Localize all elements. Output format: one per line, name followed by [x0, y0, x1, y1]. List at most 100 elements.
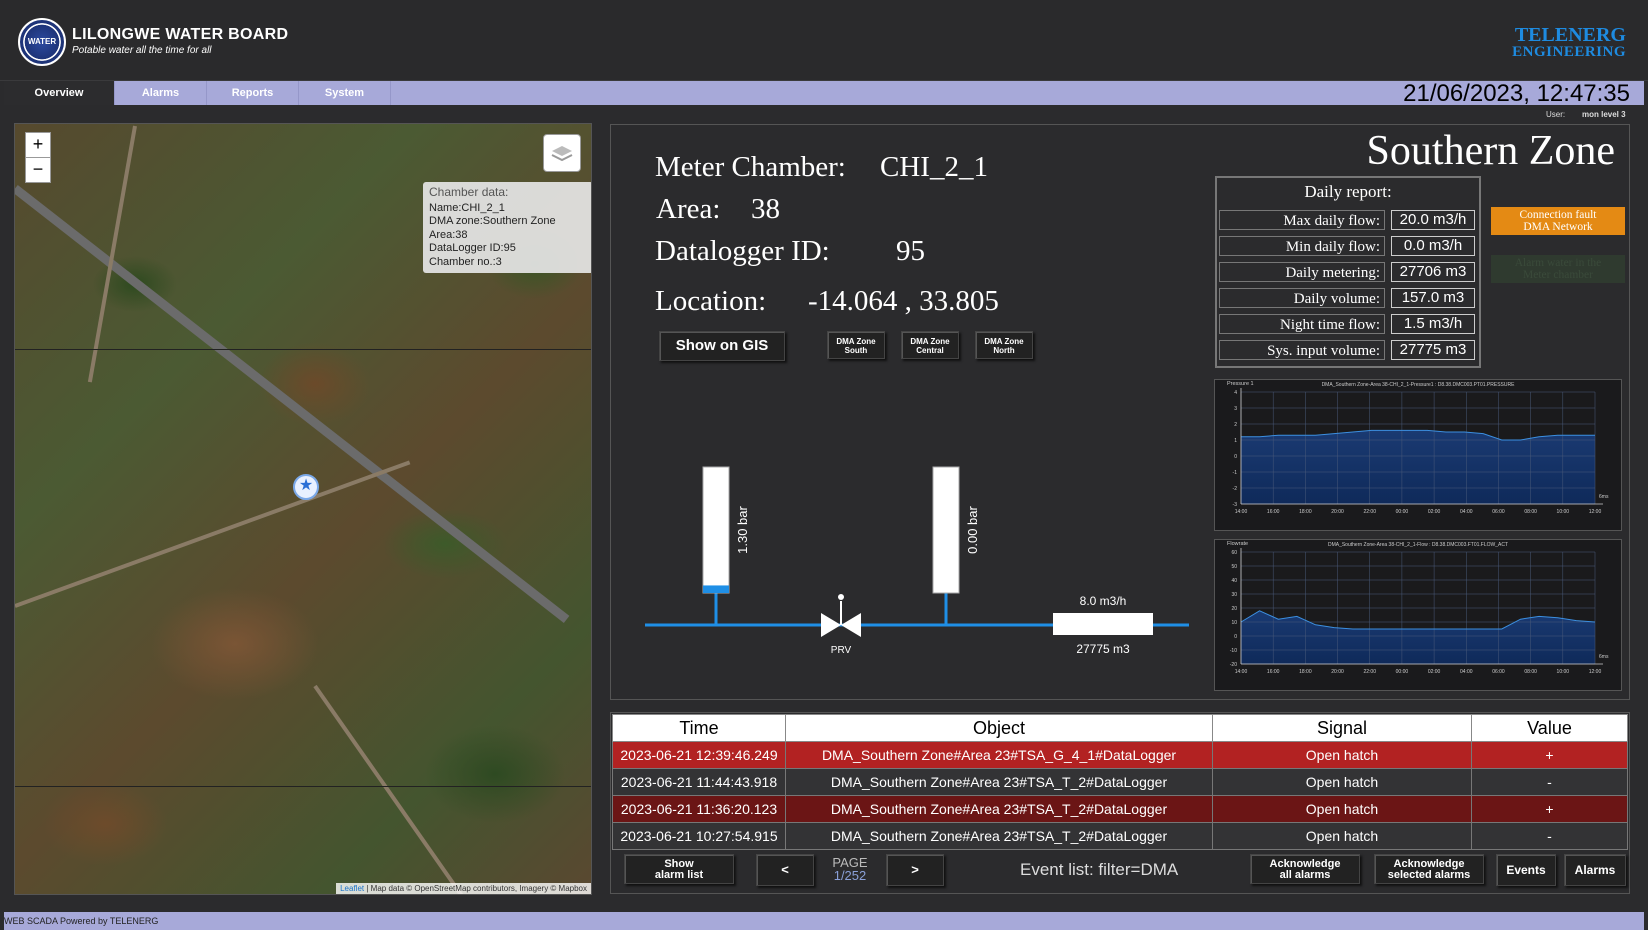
cell-object: DMA_Southern Zone#Area 23#TSA_T_2#DataLo…	[785, 768, 1213, 796]
next-page-button[interactable]: >	[886, 854, 944, 886]
cell-signal: Open hatch	[1212, 822, 1472, 850]
map-view[interactable]: + − Chamber data: Name:CHI_2_1 DMA zone:…	[14, 123, 592, 895]
col-object[interactable]: Object	[785, 714, 1213, 742]
x-tick-label: 14:00	[1235, 669, 1248, 675]
cell-signal: Open hatch	[1212, 741, 1472, 769]
meter-chamber-value: CHI_2_1	[880, 151, 988, 183]
x-tick-label: 08:00	[1524, 509, 1537, 515]
x-tick-label: 04:00	[1460, 669, 1473, 675]
cell-value: +	[1471, 795, 1628, 823]
gauge2-label: 0.00 bar	[965, 505, 980, 553]
table-row[interactable]: 2023-06-21 12:39:46.249 DMA_Southern Zone…	[612, 741, 1628, 769]
x-tick-label: 00:00	[1396, 669, 1409, 675]
y-tick-label: 30	[1231, 592, 1237, 598]
cell-signal: Open hatch	[1212, 795, 1472, 823]
x-tick-label: 02:00	[1428, 669, 1441, 675]
y-tick-label: 0	[1234, 634, 1237, 640]
x-tick-label: 12:00	[1589, 509, 1602, 515]
x-tick-label: 06:00	[1492, 509, 1505, 515]
cell-value: -	[1471, 822, 1628, 850]
prv-valve-icon[interactable]	[821, 594, 861, 637]
location-value: -14.064 , 33.805	[808, 285, 999, 317]
chamber-marker-star-icon[interactable]: ★	[293, 474, 319, 500]
org-name: LILONGWE WATER BOARD	[72, 26, 289, 43]
report-label: Sys. input volume:	[1219, 340, 1385, 360]
x-tick-label: 18:00	[1299, 509, 1312, 515]
x-tick-label: 06:00	[1492, 669, 1505, 675]
pressure-chart[interactable]: Pressure 1 DMA_Southern Zone-Area 38-CHI…	[1214, 379, 1622, 531]
water-alarm-badge: Alarm water in the Meter chamber	[1491, 255, 1625, 283]
alarms-button[interactable]: Alarms	[1564, 854, 1626, 886]
unit-label: 6ms	[1599, 654, 1609, 660]
col-value[interactable]: Value	[1471, 714, 1628, 742]
event-filter-label: Event list: filter=DMA	[1020, 860, 1179, 879]
flow-meter	[1053, 613, 1153, 635]
cell-value: -	[1471, 768, 1628, 796]
cell-time: 2023-06-21 11:44:43.918	[612, 768, 786, 796]
layers-button[interactable]	[543, 134, 581, 172]
chart-area	[1241, 610, 1595, 664]
zoom-out-button[interactable]: −	[25, 157, 51, 183]
prv-label: PRV	[831, 645, 852, 656]
y-tick-label: -3	[1233, 502, 1238, 508]
brand-logo-line2: ENGINEERING	[1512, 44, 1626, 60]
x-tick-label: 12:00	[1589, 669, 1602, 675]
x-tick-label: 04:00	[1460, 509, 1473, 515]
cell-time: 2023-06-21 12:39:46.249	[612, 741, 786, 769]
zoom-in-button[interactable]: +	[25, 132, 51, 158]
col-time[interactable]: Time	[612, 714, 786, 742]
events-button[interactable]: Events	[1496, 854, 1556, 886]
dma-zone-central-button[interactable]: DMA Zone Central	[901, 331, 959, 359]
daily-report: Daily report: Max daily flow: 20.0 m3/h M…	[1215, 176, 1481, 368]
dma-zone-north-button[interactable]: DMA Zone North	[975, 331, 1033, 359]
prev-page-button[interactable]: <	[756, 854, 814, 886]
daily-report-title: Daily report:	[1304, 182, 1392, 201]
meter-chamber-label: Meter Chamber:	[655, 151, 846, 183]
event-table: Time Object Signal Value 2023-06-21 12:3…	[612, 714, 1628, 850]
datalogger-label: Datalogger ID:	[655, 235, 830, 267]
report-label: Daily metering:	[1219, 262, 1385, 282]
show-on-gis-button[interactable]: Show on GIS	[659, 331, 785, 361]
y-tick-label: -10	[1230, 648, 1237, 654]
datalogger-value: 95	[896, 235, 925, 267]
dma-zone-south-button[interactable]: DMA Zone South	[827, 331, 885, 359]
cell-time: 2023-06-21 11:36:20.123	[612, 795, 786, 823]
x-tick-label: 02:00	[1428, 509, 1441, 515]
map-attribution: Leaflet | Map data © OpenStreetMap contr…	[336, 883, 591, 894]
tab-alarms[interactable]: Alarms	[115, 81, 207, 105]
report-value: 0.0 m3/h	[1391, 236, 1475, 256]
report-value: 157.0 m3	[1391, 288, 1475, 308]
tab-system[interactable]: System	[299, 81, 391, 105]
cell-object: DMA_Southern Zone#Area 23#TSA_T_2#DataLo…	[785, 795, 1213, 823]
popup-line: Area:38	[429, 228, 468, 241]
table-row[interactable]: 2023-06-21 10:27:54.915 DMA_Southern Zone…	[612, 822, 1628, 850]
x-tick-label: 10:00	[1557, 509, 1570, 515]
report-value: 27775 m3	[1391, 340, 1475, 360]
x-tick-label: 18:00	[1299, 669, 1312, 675]
acknowledge-selected-button[interactable]: Acknowledge selected alarms	[1374, 854, 1484, 884]
table-row[interactable]: 2023-06-21 11:44:43.918 DMA_Southern Zone…	[612, 768, 1628, 796]
y-tick-label: 1	[1234, 438, 1237, 444]
tab-overview[interactable]: Overview	[4, 81, 115, 105]
main-nav: Overview Alarms Reports System	[4, 81, 1644, 105]
tab-reports[interactable]: Reports	[207, 81, 299, 105]
col-signal[interactable]: Signal	[1212, 714, 1472, 742]
x-tick-label: 22:00	[1363, 669, 1376, 675]
report-label: Night time flow:	[1219, 314, 1385, 334]
x-tick-label: 20:00	[1331, 669, 1344, 675]
leaflet-link[interactable]: Leaflet	[340, 884, 364, 893]
user-value: mon level 3	[1582, 110, 1626, 119]
report-value: 20.0 m3/h	[1391, 210, 1475, 230]
table-row[interactable]: 2023-06-21 11:36:20.123 DMA_Southern Zone…	[612, 795, 1628, 823]
acknowledge-all-button[interactable]: Acknowledge all alarms	[1250, 854, 1360, 884]
pressure-gauge-1-fill	[703, 585, 729, 593]
map-tile-seam	[15, 786, 591, 787]
flowrate-chart[interactable]: Flowrate DMA_Southern Zone-Area 38-CHI_2…	[1214, 539, 1622, 691]
popup-line: Chamber no.:3	[429, 255, 502, 268]
x-tick-label: 00:00	[1396, 509, 1409, 515]
area-value: 38	[751, 193, 780, 225]
x-tick-label: 10:00	[1557, 669, 1570, 675]
y-tick-label: -2	[1233, 486, 1238, 492]
show-alarm-list-button[interactable]: Show alarm list	[624, 854, 734, 884]
x-tick-label: 20:00	[1331, 509, 1344, 515]
